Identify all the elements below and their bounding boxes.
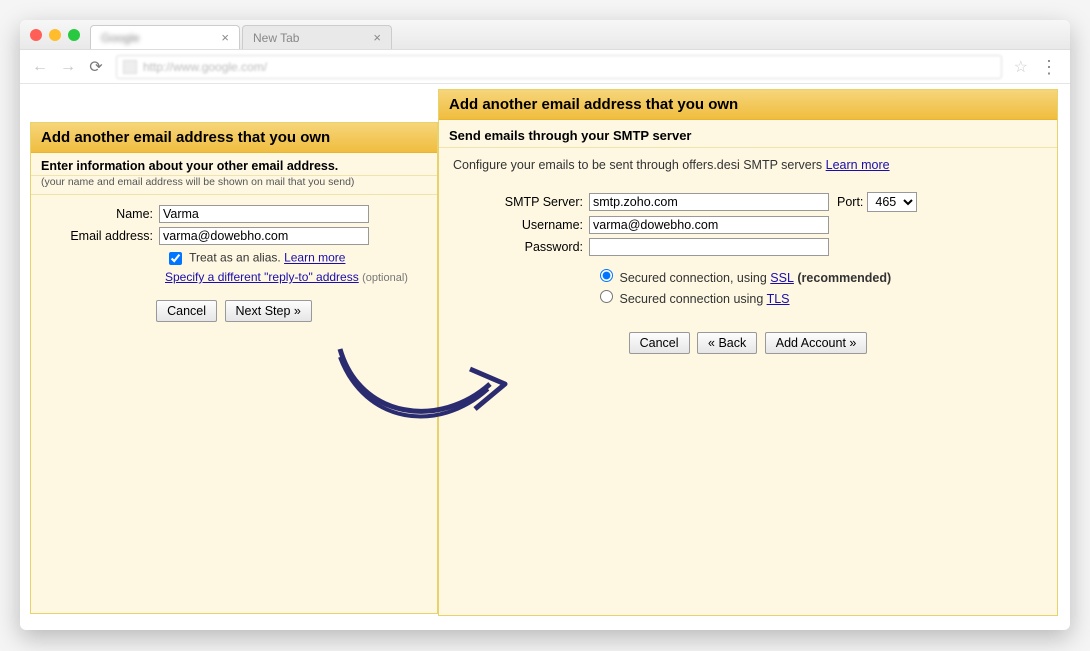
window-controls xyxy=(30,29,80,41)
tab-strip: Google × New Tab × xyxy=(90,20,394,49)
password-label: Password: xyxy=(449,240,589,254)
dialog-subnote: (your name and email address will be sho… xyxy=(31,176,437,195)
replyto-link[interactable]: Specify a different "reply-to" address xyxy=(165,270,359,284)
security-options: Secured connection, using SSL (recommend… xyxy=(595,266,1047,306)
password-input[interactable] xyxy=(589,238,829,256)
close-window-icon[interactable] xyxy=(30,29,42,41)
ssl-option[interactable]: Secured connection, using SSL (recommend… xyxy=(595,266,1047,285)
smtp-input[interactable] xyxy=(589,193,829,211)
url-text: http://www.google.com/ xyxy=(143,60,267,74)
browser-tab-active[interactable]: Google × xyxy=(90,25,240,49)
form-step1: Name: Email address: Treat as an alias. … xyxy=(31,195,437,332)
dialog-title: Add another email address that you own xyxy=(439,90,1057,120)
browser-tab-newtab[interactable]: New Tab × xyxy=(242,25,392,49)
alias-checkbox[interactable] xyxy=(169,252,182,265)
ssl-radio[interactable] xyxy=(600,269,613,282)
back-button[interactable]: « Back xyxy=(697,332,757,354)
cancel-button[interactable]: Cancel xyxy=(156,300,217,322)
form-step2: SMTP Server: Port: 465 Username: Passwor… xyxy=(439,182,1057,364)
smtp-label: SMTP Server: xyxy=(449,195,589,209)
username-input[interactable] xyxy=(589,216,829,234)
bookmark-star-icon[interactable]: ☆ xyxy=(1014,57,1028,77)
tab-title: Google xyxy=(101,31,140,45)
optional-text: (optional) xyxy=(362,272,408,284)
maximize-window-icon[interactable] xyxy=(68,29,80,41)
email-label: Email address: xyxy=(41,229,159,243)
alias-text: Treat as an alias. xyxy=(189,251,281,265)
dialog-subline: Send emails through your SMTP server xyxy=(439,120,1057,148)
config-text: Configure your emails to be sent through… xyxy=(439,148,1057,182)
dialog-title: Add another email address that you own xyxy=(31,123,437,153)
dialog-step1: Add another email address that you own E… xyxy=(30,122,438,614)
close-tab-icon[interactable]: × xyxy=(221,30,229,45)
ssl-link[interactable]: SSL xyxy=(770,271,794,285)
learn-more-link[interactable]: Learn more xyxy=(826,158,890,172)
email-input[interactable] xyxy=(159,227,369,245)
tls-option[interactable]: Secured connection using TLS xyxy=(595,287,1047,306)
minimize-window-icon[interactable] xyxy=(49,29,61,41)
close-tab-icon[interactable]: × xyxy=(373,30,381,45)
toolbar: ← → ⟳ http://www.google.com/ ☆ ⋮ xyxy=(20,50,1070,84)
reload-icon[interactable]: ⟳ xyxy=(88,57,104,77)
name-label: Name: xyxy=(41,207,159,221)
address-bar[interactable]: http://www.google.com/ xyxy=(116,55,1002,79)
browser-window: Google × New Tab × ← → ⟳ http://www.goog… xyxy=(20,20,1070,630)
dialog-subtitle: Enter information about your other email… xyxy=(31,153,437,176)
tab-title: New Tab xyxy=(253,31,299,45)
page-icon xyxy=(123,60,137,74)
tls-link[interactable]: TLS xyxy=(767,292,790,306)
username-label: Username: xyxy=(449,218,589,232)
tls-radio[interactable] xyxy=(600,290,613,303)
add-account-button[interactable]: Add Account » xyxy=(765,332,868,354)
name-input[interactable] xyxy=(159,205,369,223)
dialog-step2: Add another email address that you own S… xyxy=(438,89,1058,616)
next-step-button[interactable]: Next Step » xyxy=(225,300,312,322)
port-select[interactable]: 465 xyxy=(867,192,917,212)
forward-icon[interactable]: → xyxy=(60,58,76,76)
page-content: Add another email address that you own E… xyxy=(20,84,1070,630)
cancel-button[interactable]: Cancel xyxy=(629,332,690,354)
port-label: Port: xyxy=(837,195,863,209)
menu-icon[interactable]: ⋮ xyxy=(1040,60,1058,74)
back-icon[interactable]: ← xyxy=(32,58,48,76)
learn-more-link[interactable]: Learn more xyxy=(284,251,345,265)
title-bar: Google × New Tab × xyxy=(20,20,1070,50)
